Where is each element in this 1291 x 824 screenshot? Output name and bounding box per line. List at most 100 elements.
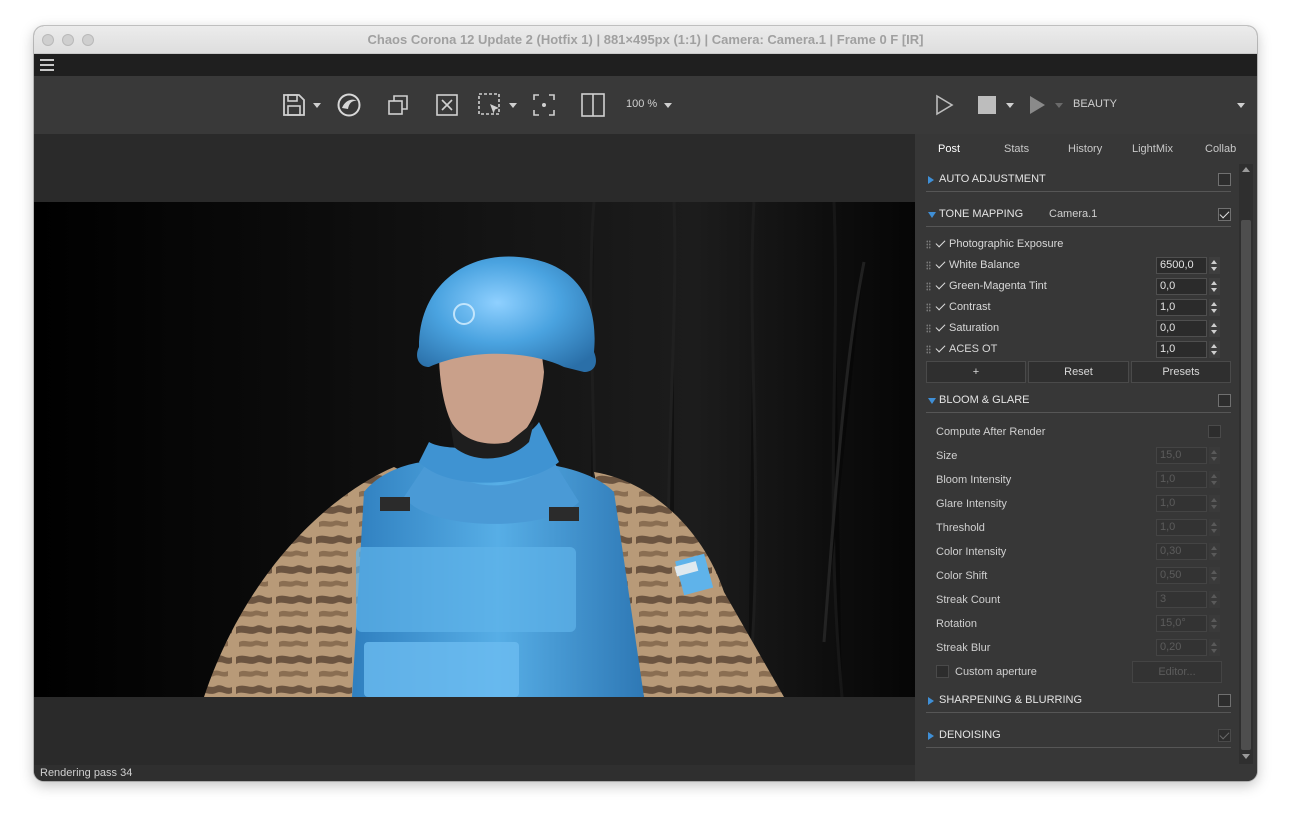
stop-dropdown-icon[interactable] [1006,103,1014,108]
contrast-input[interactable]: 1,0 [1156,299,1207,316]
tone-mapping-checkbox[interactable] [1218,208,1231,221]
drag-handle-icon[interactable] [926,282,931,291]
color-shift-input[interactable]: 0,50 [1156,567,1207,584]
panel-scrollbar[interactable] [1239,164,1253,764]
section-bloom-glare[interactable]: BLOOM & GLARE [926,389,1231,413]
operator-checkbox[interactable] [935,280,947,292]
operator-photographic-exposure[interactable]: Photographic Exposure [926,234,1231,255]
resume-dropdown-icon[interactable] [1055,103,1063,108]
section-tone-mapping[interactable]: TONE MAPPING Camera.1 [926,203,1231,227]
aperture-editor-button[interactable]: Editor... [1132,661,1222,683]
tab-stats[interactable]: Stats [1004,143,1029,155]
focus-icon[interactable] [531,92,557,118]
bloom-param-glare-intensity[interactable]: Glare Intensity 1,0 [926,492,1231,516]
save-dropdown-icon[interactable] [313,103,321,108]
drag-handle-icon[interactable] [926,240,931,249]
section-sharpening-blurring[interactable]: SHARPENING & BLURRING [926,689,1231,713]
copy-icon[interactable] [385,92,411,118]
drag-handle-icon[interactable] [926,324,931,333]
color-intensity-input[interactable]: 0,30 [1156,543,1207,560]
operator-checkbox[interactable] [935,343,947,355]
section-auto-adjustment[interactable]: AUTO ADJUSTMENT [926,168,1231,192]
spinner-icon[interactable] [1209,615,1220,632]
drag-handle-icon[interactable] [926,261,931,270]
bloom-param-rotation[interactable]: Rotation 15,0° [926,612,1231,636]
spinner-icon[interactable] [1209,591,1220,608]
add-operator-button[interactable]: + [926,361,1026,383]
bloom-intensity-input[interactable]: 1,0 [1156,471,1207,488]
streak-count-input[interactable]: 3 [1156,591,1207,608]
spinner-icon[interactable] [1209,543,1220,560]
spinner-icon[interactable] [1209,447,1220,464]
compare-icon[interactable] [580,92,606,118]
spinner-icon[interactable] [1209,299,1220,316]
spinner-icon[interactable] [1209,341,1220,358]
rendered-image[interactable] [34,202,915,697]
operator-white-balance[interactable]: White Balance 6500,0 [926,255,1231,276]
drag-handle-icon[interactable] [926,303,931,312]
reset-button[interactable]: Reset [1028,361,1129,383]
stop-icon[interactable] [976,92,998,118]
render-element-dropdown-icon[interactable] [1237,103,1245,108]
spinner-icon[interactable] [1209,495,1220,512]
saturation-input[interactable]: 0,0 [1156,320,1207,337]
size-input[interactable]: 15,0 [1156,447,1207,464]
tone-mapping-camera[interactable]: Camera.1 [1049,208,1097,220]
auto-adjustment-checkbox[interactable] [1218,173,1231,186]
bloom-param-streak-blur[interactable]: Streak Blur 0,20 [926,636,1231,660]
operator-checkbox[interactable] [935,259,947,271]
bloom-param-color-shift[interactable]: Color Shift 0,50 [926,564,1231,588]
bloom-param-threshold[interactable]: Threshold 1,0 [926,516,1231,540]
play-icon[interactable] [932,92,956,118]
tab-collab[interactable]: Collab [1205,143,1236,155]
custom-aperture-row[interactable]: Custom aperture Editor... [926,660,1231,684]
render-viewport[interactable] [34,134,915,765]
bloom-param-size[interactable]: Size 15,0 [926,444,1231,468]
region-dropdown-icon[interactable] [509,103,517,108]
threshold-input[interactable]: 1,0 [1156,519,1207,536]
spinner-icon[interactable] [1209,320,1220,337]
operator-saturation[interactable]: Saturation 0,0 [926,318,1231,339]
sharpening-checkbox[interactable] [1218,694,1231,707]
rotation-input[interactable]: 15,0° [1156,615,1207,632]
operator-contrast[interactable]: Contrast 1,0 [926,297,1231,318]
custom-aperture-checkbox[interactable] [936,665,949,678]
bloom-param-bloom-intensity[interactable]: Bloom Intensity 1,0 [926,468,1231,492]
streak-blur-input[interactable]: 0,20 [1156,639,1207,656]
scrollbar-thumb[interactable] [1241,220,1251,750]
tint-input[interactable]: 0,0 [1156,278,1207,295]
spinner-icon[interactable] [1209,639,1220,656]
compute-after-render-checkbox[interactable] [1208,425,1221,438]
operator-aces-ot[interactable]: ACES OT 1,0 [926,339,1231,360]
section-denoising[interactable]: DENOISING [926,724,1231,748]
render-element-select[interactable]: BEAUTY [1073,98,1117,110]
glare-intensity-input[interactable]: 1,0 [1156,495,1207,512]
hamburger-menu-icon[interactable] [40,59,54,71]
bloom-glare-checkbox[interactable] [1218,394,1231,407]
bloom-param-streak-count[interactable]: Streak Count 3 [926,588,1231,612]
drag-handle-icon[interactable] [926,345,931,354]
region-select-icon[interactable] [477,92,503,118]
save-icon[interactable] [280,92,308,118]
spinner-icon[interactable] [1209,257,1220,274]
aces-ot-input[interactable]: 1,0 [1156,341,1207,358]
scroll-down-icon[interactable] [1242,754,1250,759]
operator-green-magenta-tint[interactable]: Green-Magenta Tint 0,0 [926,276,1231,297]
spinner-icon[interactable] [1209,471,1220,488]
tab-post[interactable]: Post [938,143,960,155]
spinner-icon[interactable] [1209,278,1220,295]
zoom-dropdown-icon[interactable] [664,103,672,108]
spinner-icon[interactable] [1209,519,1220,536]
denoising-checkbox[interactable] [1218,729,1231,742]
clear-icon[interactable] [434,92,460,118]
white-balance-input[interactable]: 6500,0 [1156,257,1207,274]
tab-lightmix[interactable]: LightMix [1132,143,1173,155]
presets-button[interactable]: Presets [1131,361,1231,383]
tab-history[interactable]: History [1068,143,1102,155]
corona-logo-icon[interactable] [336,92,362,118]
resume-icon[interactable] [1026,92,1048,118]
operator-checkbox[interactable] [935,238,947,250]
operator-checkbox[interactable] [935,301,947,313]
compute-after-render-row[interactable]: Compute After Render [926,420,1231,444]
scroll-up-icon[interactable] [1242,167,1250,172]
